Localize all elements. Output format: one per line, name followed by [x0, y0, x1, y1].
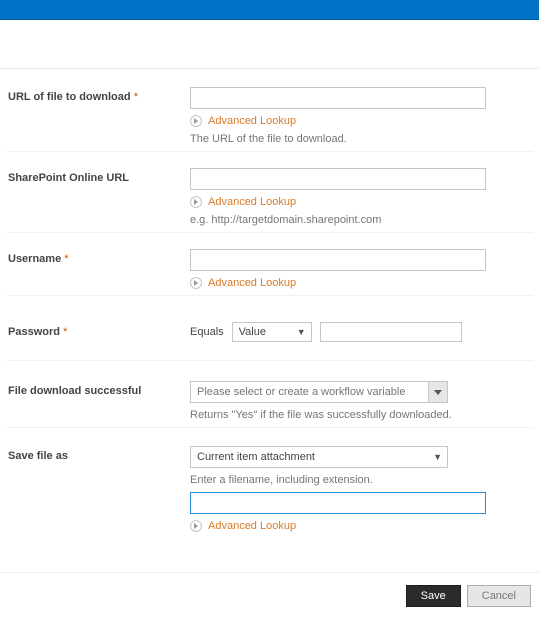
chevron-down-icon	[434, 386, 442, 398]
download-ok-label: File download successful	[8, 385, 141, 397]
required-marker: *	[63, 326, 67, 338]
expand-icon	[190, 520, 202, 532]
username-advanced-lookup[interactable]: Advanced Lookup	[190, 277, 533, 289]
expand-icon	[190, 115, 202, 127]
row-username: Username * Advanced Lookup	[6, 232, 533, 295]
advanced-lookup-label: Advanced Lookup	[208, 196, 296, 208]
advanced-lookup-label: Advanced Lookup	[208, 115, 296, 127]
advanced-lookup-label: Advanced Lookup	[208, 520, 296, 532]
save-as-select[interactable]: Current item attachment	[190, 446, 448, 468]
password-value-dropdown[interactable]: Value	[232, 322, 312, 342]
label-col: Save file as	[6, 444, 190, 532]
url-input[interactable]	[190, 87, 486, 109]
row-download-ok: File download successful Returns "Yes" i…	[6, 360, 533, 427]
required-marker: *	[64, 253, 68, 265]
url-hint: The URL of the file to download.	[190, 133, 533, 145]
save-as-select-wrap: Current item attachment ▼	[190, 446, 448, 468]
download-ok-dropdown-button[interactable]	[428, 381, 448, 403]
form: URL of file to download * Advanced Looku…	[0, 69, 539, 544]
field-col: Advanced Lookup The URL of the file to d…	[190, 85, 533, 145]
cancel-button[interactable]: Cancel	[467, 585, 531, 607]
row-password: Password * Equals Value ▼	[6, 295, 533, 360]
advanced-lookup-label: Advanced Lookup	[208, 277, 296, 289]
label-col: SharePoint Online URL	[6, 166, 190, 226]
download-ok-hint: Returns "Yes" if the file was successful…	[190, 409, 533, 421]
row-save-as: Save file as Current item attachment ▼ E…	[6, 427, 533, 544]
url-label: URL of file to download	[8, 91, 131, 103]
password-value-input[interactable]	[320, 322, 462, 342]
label-col: Password *	[6, 320, 190, 342]
row-sp-url: SharePoint Online URL Advanced Lookup e.…	[6, 151, 533, 232]
save-as-label: Save file as	[8, 450, 68, 462]
field-col: Advanced Lookup	[190, 247, 533, 289]
field-col: Returns "Yes" if the file was successful…	[190, 379, 533, 421]
row-url: URL of file to download * Advanced Looku…	[6, 69, 533, 151]
download-ok-combo	[190, 381, 448, 403]
username-input[interactable]	[190, 249, 486, 271]
password-label: Password	[8, 326, 60, 338]
spacer	[0, 20, 539, 68]
save-as-advanced-lookup[interactable]: Advanced Lookup	[190, 520, 533, 532]
save-as-hint: Enter a filename, including extension.	[190, 474, 533, 486]
field-col: Equals Value ▼	[190, 320, 533, 342]
download-ok-input[interactable]	[190, 381, 428, 403]
equals-label: Equals	[190, 326, 224, 338]
expand-icon	[190, 196, 202, 208]
expand-icon	[190, 277, 202, 289]
save-button[interactable]: Save	[406, 585, 461, 607]
field-col: Advanced Lookup e.g. http://targetdomain…	[190, 166, 533, 226]
label-col: File download successful	[6, 379, 190, 421]
save-as-filename-input[interactable]	[190, 492, 486, 514]
username-label: Username	[8, 253, 61, 265]
sp-url-label: SharePoint Online URL	[8, 172, 129, 184]
label-col: URL of file to download *	[6, 85, 190, 145]
password-value-dropdown-wrap: Value ▼	[232, 322, 312, 342]
label-col: Username *	[6, 247, 190, 289]
required-marker: *	[134, 91, 138, 103]
field-col: Current item attachment ▼ Enter a filena…	[190, 444, 533, 532]
top-bar	[0, 0, 539, 20]
sp-url-input[interactable]	[190, 168, 486, 190]
url-advanced-lookup[interactable]: Advanced Lookup	[190, 115, 533, 127]
sp-url-hint: e.g. http://targetdomain.sharepoint.com	[190, 214, 533, 226]
sp-url-advanced-lookup[interactable]: Advanced Lookup	[190, 196, 533, 208]
